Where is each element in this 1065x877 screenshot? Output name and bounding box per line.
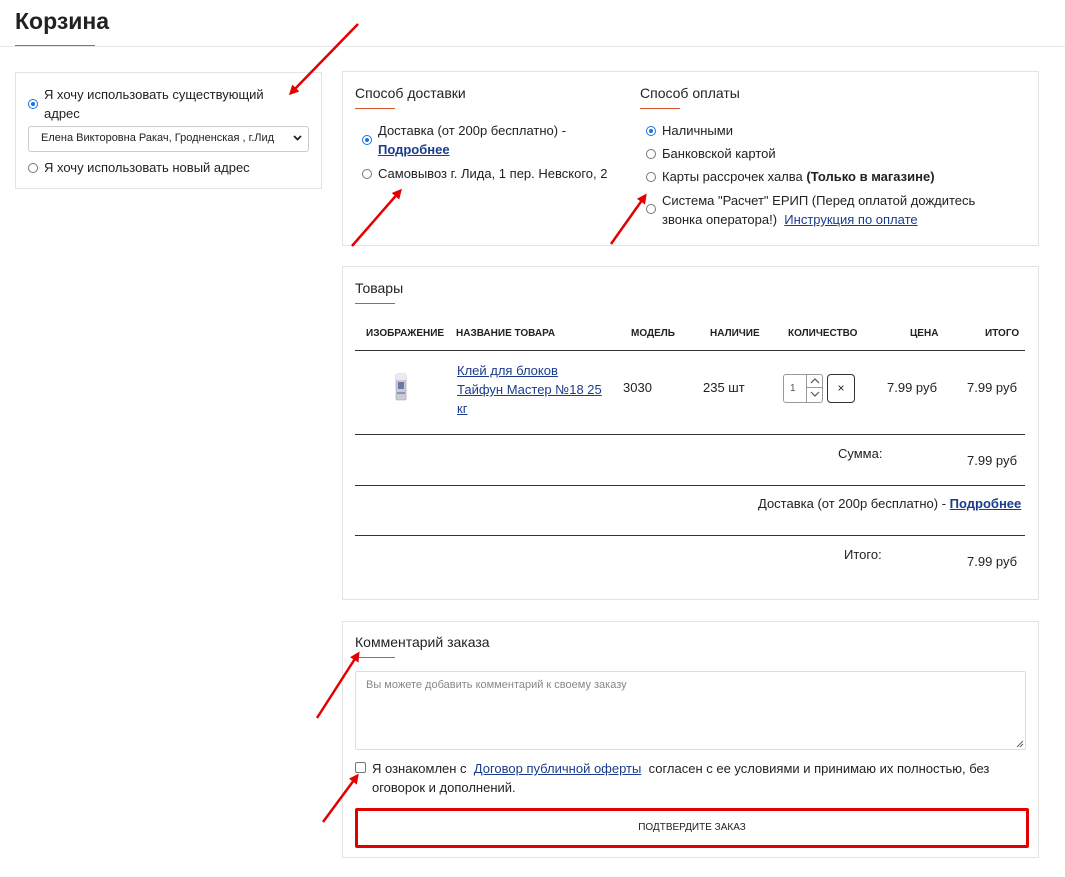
product-name-link[interactable]: Клей для блоков Тайфун Мастер №18 25 кг bbox=[457, 361, 602, 418]
comment-panel: Комментарий заказа Вы можете добавить ко… bbox=[342, 621, 1039, 858]
shipping-divider bbox=[355, 535, 1025, 536]
address-select[interactable]: Елена Викторовна Ракач, Гродненская , г.… bbox=[28, 126, 309, 152]
product-stock: 235 шт bbox=[703, 380, 745, 395]
col-header-image: Изображение bbox=[366, 328, 445, 339]
delivery-title-underline bbox=[355, 108, 395, 109]
shipping-more-link[interactable]: Подробнее bbox=[950, 496, 1022, 511]
public-offer-link[interactable]: Договор публичной оферты bbox=[474, 761, 642, 776]
chevron-down-icon bbox=[292, 132, 303, 146]
comment-title-underline bbox=[355, 657, 395, 658]
delivery-pickup-radio[interactable] bbox=[362, 169, 372, 179]
comment-title: Комментарий заказа bbox=[355, 634, 490, 650]
delivery-courier-label[interactable]: Доставка (от 200р бесплатно) - Подробнее bbox=[378, 121, 566, 159]
product-price: 7.99 руб bbox=[887, 380, 938, 395]
col-header-stock: Наличие bbox=[710, 328, 760, 339]
confirm-order-button[interactable]: Подтвердите заказ bbox=[355, 808, 1029, 848]
payment-cash-radio[interactable] bbox=[646, 126, 656, 136]
payment-erip-radio[interactable] bbox=[646, 204, 656, 214]
existing-address-label[interactable]: Я хочу использовать существующий адрес bbox=[44, 85, 264, 123]
chevron-down-icon[interactable] bbox=[807, 388, 823, 401]
quantity-stepper[interactable]: 1 bbox=[783, 374, 823, 403]
comment-placeholder: Вы можете добавить комментарий к своему … bbox=[366, 679, 627, 691]
agree-checkbox[interactable] bbox=[355, 762, 366, 773]
existing-address-radio[interactable] bbox=[28, 99, 38, 109]
new-address-radio[interactable] bbox=[28, 163, 38, 173]
row-divider bbox=[355, 434, 1025, 435]
subtotal-value: 7.99 руб bbox=[967, 453, 1018, 468]
delivery-title: Способ доставки bbox=[355, 85, 466, 101]
total-value: 7.99 руб bbox=[967, 554, 1018, 569]
payment-instruction-link[interactable]: Инструкция по оплате bbox=[784, 212, 917, 227]
payment-card-radio[interactable] bbox=[646, 149, 656, 159]
address-select-value: Елена Викторовна Ракач, Гродненская , г.… bbox=[41, 132, 275, 144]
page-title: Корзина bbox=[15, 8, 110, 34]
remove-item-button[interactable]: × bbox=[827, 374, 855, 403]
new-address-label[interactable]: Я хочу использовать новый адрес bbox=[44, 158, 250, 177]
payment-title-underline bbox=[640, 108, 680, 109]
delivery-payment-panel: Способ доставки Доставка (от 200р беспла… bbox=[342, 71, 1039, 246]
col-header-model: Модель bbox=[631, 328, 675, 339]
payment-title: Способ оплаты bbox=[640, 85, 740, 101]
payment-erip-label[interactable]: Система "Расчет" ЕРИП (Перед оплатой дож… bbox=[662, 191, 975, 229]
shipping-summary: Доставка (от 200р бесплатно) - Подробнее bbox=[758, 496, 1022, 511]
subtotal-label: Сумма: bbox=[838, 446, 883, 461]
product-total: 7.99 руб bbox=[967, 380, 1018, 395]
payment-card-label[interactable]: Банковской картой bbox=[662, 144, 776, 163]
col-header-price: Цена bbox=[910, 328, 939, 339]
chevron-up-icon[interactable] bbox=[807, 375, 823, 388]
total-label: Итого: bbox=[844, 547, 882, 562]
resize-grip-icon[interactable] bbox=[1016, 740, 1024, 748]
payment-cash-label[interactable]: Наличными bbox=[662, 121, 733, 140]
quantity-input[interactable]: 1 bbox=[790, 383, 796, 394]
products-title-underline bbox=[355, 303, 395, 304]
table-header-divider bbox=[355, 350, 1025, 351]
product-model: 3030 bbox=[623, 380, 652, 395]
col-header-total: Итого bbox=[985, 328, 1020, 339]
payment-halva-label[interactable]: Карты рассрочек халва (Только в магазине… bbox=[662, 167, 935, 186]
products-title: Товары bbox=[355, 280, 404, 296]
delivery-pickup-label[interactable]: Самовывоз г. Лида, 1 пер. Невского, 2 bbox=[378, 164, 607, 183]
quantity-arrows bbox=[806, 375, 823, 402]
col-header-qty: Количество bbox=[788, 328, 858, 339]
col-header-name: Название товара bbox=[456, 328, 556, 339]
agree-text: Я ознакомлен с Договор публичной оферты … bbox=[372, 761, 990, 795]
subtotal-divider bbox=[355, 485, 1025, 486]
delivery-more-link[interactable]: Подробнее bbox=[378, 142, 450, 157]
title-divider bbox=[0, 46, 1065, 47]
delivery-courier-radio[interactable] bbox=[362, 135, 372, 145]
address-panel: Я хочу использовать существующий адрес Ел… bbox=[15, 72, 322, 189]
products-panel: Товары Изображение Название товара Модел… bbox=[342, 266, 1039, 600]
close-icon: × bbox=[837, 381, 845, 395]
comment-textarea[interactable]: Вы можете добавить комментарий к своему … bbox=[355, 671, 1026, 750]
payment-halva-radio[interactable] bbox=[646, 172, 656, 182]
product-image[interactable] bbox=[393, 372, 409, 402]
